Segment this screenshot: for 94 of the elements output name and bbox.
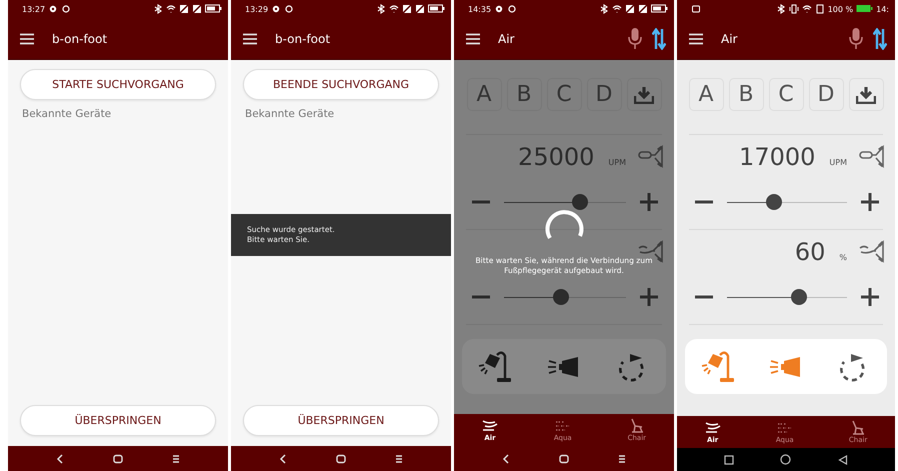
value-reading: 25000 (518, 143, 594, 171)
menu-icon[interactable] (466, 32, 480, 44)
plus-icon[interactable] (640, 193, 658, 211)
menu-icon[interactable] (618, 454, 626, 464)
status-time: 13:27 (22, 4, 46, 14)
battery-icon (651, 4, 668, 14)
app-title: Air (721, 32, 738, 46)
unit-label: UPM (608, 158, 626, 167)
slider-thumb[interactable] (553, 289, 570, 305)
download-button[interactable] (626, 78, 662, 111)
search-button[interactable]: BEENDE SUCHVORGANG (243, 69, 439, 100)
download-icon (856, 86, 876, 104)
value-reading: 17000 (739, 143, 816, 171)
notification-icon (691, 4, 701, 14)
home-icon[interactable] (112, 454, 123, 464)
plus-icon[interactable] (861, 193, 879, 211)
menu-icon[interactable] (394, 454, 403, 464)
search-button[interactable]: STARTE SUCHVORGANG (20, 69, 216, 100)
app-title: Air (498, 32, 514, 46)
handpiece-icon (859, 144, 885, 170)
menu-icon[interactable] (689, 32, 703, 44)
sim-icon (192, 4, 202, 14)
back-icon[interactable] (56, 454, 64, 464)
home-icon[interactable] (336, 454, 346, 464)
download-button[interactable] (848, 78, 884, 111)
skip-button[interactable]: ÜBERSPRINGEN (243, 405, 439, 436)
download-icon (634, 86, 654, 104)
bluetooth-icon (376, 4, 386, 14)
bluetooth-icon (599, 4, 609, 14)
microphone-icon[interactable] (849, 28, 863, 50)
back-icon[interactable] (279, 454, 288, 464)
gear-icon (48, 4, 58, 14)
air-icon (704, 420, 721, 435)
back-icon[interactable] (502, 454, 510, 464)
skip-button[interactable]: ÜBERSPRINGEN (20, 405, 216, 436)
slider-thumb[interactable] (791, 289, 807, 305)
sync-icon (507, 4, 518, 14)
sim-icon (638, 4, 648, 14)
sim-icon (814, 4, 825, 14)
battery-icon (856, 4, 874, 14)
sim-icon (625, 4, 635, 14)
desk-lamp-icon[interactable] (478, 350, 514, 384)
wifi-icon (389, 4, 399, 14)
sim-icon (415, 4, 425, 14)
swap-arrows-icon[interactable] (652, 28, 666, 50)
recents-icon[interactable] (724, 454, 734, 464)
status-time: 14:35 (468, 4, 492, 14)
status-time: 14: (876, 4, 889, 14)
preset-button[interactable]: B (728, 78, 764, 111)
spray-handpiece-icon (859, 239, 885, 265)
menu-icon[interactable] (20, 32, 34, 44)
value-reading: 60 (794, 238, 826, 266)
battery-icon (428, 4, 445, 14)
preset-button[interactable]: C (768, 78, 804, 111)
wifi-icon (802, 4, 812, 14)
battery-percent: 100 % (828, 4, 854, 14)
unit-label: % (839, 253, 847, 262)
preset-button[interactable]: A (688, 78, 724, 111)
sync-icon (61, 4, 72, 14)
chair-icon (628, 418, 645, 433)
gear-icon (271, 4, 282, 14)
microphone-icon[interactable] (628, 28, 642, 50)
chair-icon (850, 420, 866, 435)
swap-arrows-icon[interactable] (873, 28, 887, 50)
status-time: 13:29 (245, 4, 268, 14)
slider-thumb[interactable] (766, 194, 782, 210)
handpiece-icon (638, 144, 664, 170)
sim-icon (179, 4, 189, 14)
menu-icon[interactable] (243, 32, 257, 44)
app-title: b-on-foot (52, 32, 108, 46)
gear-icon (494, 4, 504, 14)
section-label: Bekannte Geräte (245, 108, 336, 120)
unit-label: UPM (829, 158, 847, 167)
battery-icon (205, 4, 222, 14)
vibrate-icon (788, 4, 799, 14)
back-icon[interactable] (838, 454, 848, 464)
section-label: Bekannte Geräte (22, 108, 112, 120)
air-icon (482, 418, 498, 433)
wifi-icon (166, 4, 176, 14)
app-title: b-on-foot (275, 32, 330, 46)
slider-thumb[interactable] (572, 194, 588, 210)
wifi-icon (612, 4, 622, 14)
bluetooth-icon (153, 4, 163, 14)
plus-icon[interactable] (640, 288, 658, 306)
home-icon[interactable] (780, 454, 792, 465)
home-icon[interactable] (558, 454, 569, 464)
bluetooth-icon (776, 4, 786, 14)
preset-button[interactable]: D (808, 78, 844, 111)
sim-icon (402, 4, 412, 14)
spray-handpiece-icon (638, 239, 664, 265)
sync-icon (284, 4, 294, 14)
desk-lamp-icon[interactable] (700, 350, 737, 384)
plus-icon[interactable] (861, 288, 879, 306)
menu-icon[interactable] (172, 454, 180, 464)
